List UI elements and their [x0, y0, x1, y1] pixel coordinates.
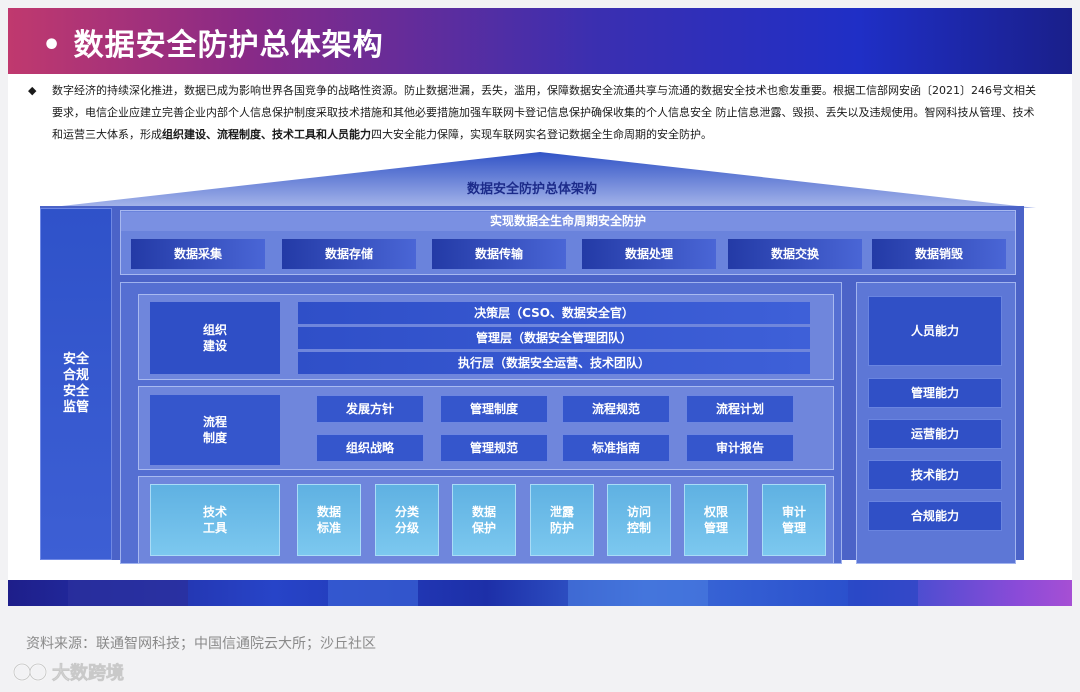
decorative-bottom-bar	[8, 580, 1072, 606]
ability-item: 技术能力	[868, 460, 1002, 490]
title-banner: • 数据安全防护总体架构	[8, 8, 1072, 74]
people-head: 人员能力	[868, 296, 1002, 366]
stage-data-destruction: 数据销毁	[872, 239, 1006, 269]
org-head: 组织 建设	[150, 302, 280, 374]
tool-item: 权限 管理	[684, 484, 748, 556]
process-item: 组织战略	[316, 434, 424, 462]
intro-paragraph: ◆ 数字经济的持续深化推进，数据已成为影响世界各国竞争的战略性资源。防止数据泄漏…	[28, 80, 1040, 146]
tool-item: 数据 标准	[297, 484, 361, 556]
process-item: 发展方针	[316, 395, 424, 423]
tool-item: 泄露 防护	[530, 484, 594, 556]
stage-data-exchange: 数据交换	[728, 239, 862, 269]
architecture-roof	[44, 152, 1036, 208]
stage-data-storage: 数据存储	[282, 239, 416, 269]
lifecycle-title: 实现数据全生命周期安全防护	[121, 212, 1015, 231]
roof-label: 数据安全防护总体架构	[466, 182, 597, 197]
process-head: 流程 制度	[150, 395, 280, 465]
process-item: 流程计划	[686, 395, 794, 423]
org-layer-decision: 决策层（CSO、数据安全官）	[298, 302, 810, 324]
ability-item: 运营能力	[868, 419, 1002, 449]
intro-text: 数字经济的持续深化推进，数据已成为影响世界各国竞争的战略性资源。防止数据泄漏，丢…	[52, 84, 1036, 141]
diamond-bullet-icon: ◆	[28, 84, 37, 97]
source-note: 资料来源：联通智网科技；中国信通院云大所；沙丘社区	[26, 636, 376, 652]
org-layer-management: 管理层（数据安全管理团队）	[298, 327, 810, 349]
tool-item: 审计 管理	[762, 484, 826, 556]
process-item: 标准指南	[562, 434, 670, 462]
page-title: • 数据安全防护总体架构	[42, 28, 384, 63]
stage-data-transmission: 数据传输	[432, 239, 566, 269]
ability-item: 管理能力	[868, 378, 1002, 408]
process-item: 流程规范	[562, 395, 670, 423]
svg-text:大数跨境: 大数跨境	[52, 662, 124, 684]
stage-data-processing: 数据处理	[582, 239, 716, 269]
tool-item: 数据 保护	[452, 484, 516, 556]
ability-item: 合规能力	[868, 501, 1002, 531]
lifecycle-panel: 实现数据全生命周期安全防护 数据采集 数据存储 数据传输 数据处理 数据交换 数…	[120, 210, 1016, 275]
process-item: 管理规范	[440, 434, 548, 462]
tool-item: 分类 分级	[375, 484, 439, 556]
tool-item: 访问 控制	[607, 484, 671, 556]
watermark-logo: 大数跨境	[13, 662, 124, 684]
compliance-sidebar: 安全 合规 安全 监管	[40, 208, 112, 560]
stage-data-collection: 数据采集	[131, 239, 265, 269]
process-item: 管理制度	[440, 395, 548, 423]
intro-bold-text: 组织建设、流程制度、技术工具和人员能力	[162, 128, 371, 141]
org-layer-execution: 执行层（数据安全运营、技术团队）	[298, 352, 810, 374]
tools-head: 技术 工具	[150, 484, 280, 556]
process-item: 审计报告	[686, 434, 794, 462]
